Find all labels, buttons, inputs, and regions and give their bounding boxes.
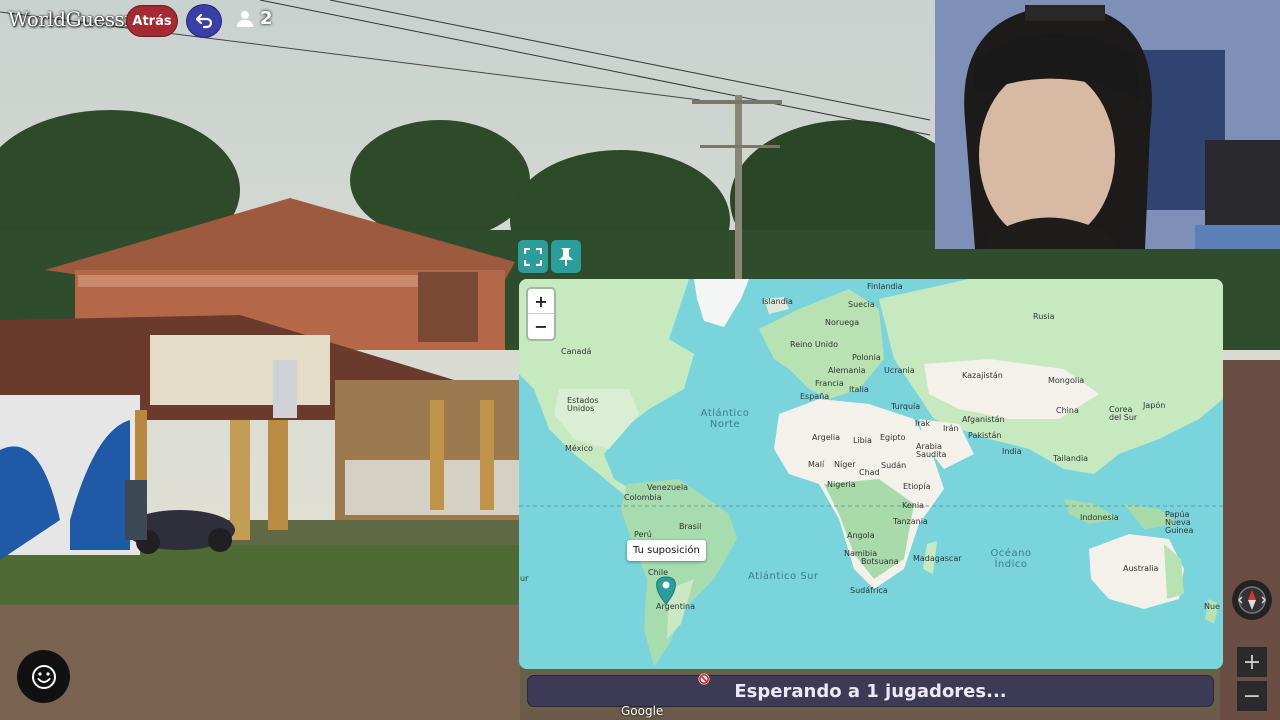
country-label: Venezuela: [647, 483, 689, 492]
country-label: Brasil: [679, 522, 702, 531]
country-label: Argentina: [656, 602, 696, 611]
country-label: Madagascar: [913, 554, 962, 563]
app-logo: WorldGuessr: [8, 7, 134, 31]
country-label: Suecia: [848, 300, 875, 309]
pin-map-button[interactable]: [551, 240, 581, 273]
country-label: Polonia: [852, 353, 881, 362]
country-label: Egipto: [880, 433, 906, 442]
country-label: Arabia Saudita: [916, 442, 947, 459]
map-zoom-out-button[interactable]: −: [528, 314, 554, 339]
country-label: Turquía: [891, 402, 921, 411]
map-zoom-control: + −: [528, 289, 554, 339]
country-label: Reino Unido: [790, 340, 838, 349]
country-label: Corea del Sur: [1109, 405, 1138, 422]
emoji-button[interactable]: [17, 650, 70, 703]
edge-label: Nue: [1204, 602, 1220, 611]
country-label: Australia: [1123, 564, 1159, 573]
country-label: Mongolia: [1048, 376, 1085, 385]
country-label: Afganistán: [962, 415, 1005, 424]
waiting-status-banner: Esperando a 1 jugadores...: [527, 675, 1214, 707]
user-icon: [237, 10, 253, 27]
country-label: Kenia: [902, 501, 924, 510]
country-label: Angola: [847, 531, 875, 540]
country-label: Chad: [859, 468, 880, 477]
country-label: Sudán: [881, 461, 907, 470]
country-label: Rusia: [1033, 312, 1055, 321]
country-label: India: [1002, 447, 1022, 456]
google-attribution: Google: [621, 704, 664, 718]
country-label: Botsuana: [861, 557, 899, 566]
country-label: Colombia: [624, 493, 662, 502]
country-label: Chile: [648, 568, 669, 577]
fullscreen-icon: [524, 247, 542, 266]
ocean-label: Atlántico Sur: [748, 571, 819, 582]
country-label: Japón: [1143, 401, 1166, 410]
country-label: Finlandia: [867, 282, 903, 291]
country-label: China: [1056, 406, 1079, 415]
guess-map[interactable]: Islandia Finlandia Suecia Noruega Rusia …: [519, 279, 1223, 669]
map-zoom-in-button[interactable]: +: [528, 289, 554, 314]
country-label: Pakistán: [968, 431, 1002, 440]
country-label: México: [565, 444, 593, 453]
country-label: Ucrania: [884, 366, 915, 375]
street-zoom-out-button[interactable]: −: [1237, 681, 1267, 711]
country-label: Canadá: [561, 347, 592, 356]
edge-label: ur: [520, 574, 529, 583]
player-count-indicator: 2: [236, 8, 273, 29]
webcam-feed: [935, 0, 1280, 249]
guess-tooltip: Tu suposición: [627, 540, 706, 561]
country-label: Argelia: [812, 433, 840, 442]
country-label: Etiopía: [903, 482, 931, 491]
country-label: Papúa Nueva Guinea: [1165, 510, 1194, 535]
ocean-label: Océano Índico: [990, 548, 1032, 570]
country-label: Noruega: [825, 318, 860, 327]
back-button[interactable]: Atrás: [126, 5, 178, 37]
return-button[interactable]: [186, 4, 222, 38]
country-label: Kazajistán: [962, 371, 1003, 380]
no-entry-icon: [698, 673, 710, 685]
ocean-label: Atlántico Norte: [700, 408, 750, 430]
compass-icon: [1237, 586, 1267, 614]
country-label: Níger: [834, 460, 856, 469]
country-label: Alemania: [828, 366, 866, 375]
country-label: Irán: [943, 424, 959, 433]
country-label: Irak: [915, 419, 931, 428]
country-label: Tanzania: [893, 517, 928, 526]
compass-button[interactable]: [1232, 580, 1272, 620]
pushpin-icon: [559, 247, 573, 266]
country-label: Sudáfrica: [850, 586, 888, 595]
smiley-icon: [31, 664, 56, 689]
country-label: Francia: [815, 379, 844, 388]
country-label: España: [800, 392, 830, 401]
return-arrow-icon: [195, 13, 213, 29]
country-label: Tailandia: [1053, 454, 1089, 463]
country-label: Estados Unidos: [567, 396, 599, 413]
country-label: Perú: [634, 530, 652, 539]
country-label: Libia: [853, 436, 872, 445]
expand-map-button[interactable]: [518, 240, 548, 273]
country-label: Indonesia: [1080, 513, 1119, 522]
country-label: Italia: [849, 385, 869, 394]
country-label: Islandia: [762, 297, 793, 306]
street-zoom-in-button[interactable]: +: [1237, 647, 1267, 677]
country-label: Malí: [808, 460, 825, 469]
country-label: Nigeria: [827, 480, 856, 489]
player-count: 2: [260, 8, 273, 29]
